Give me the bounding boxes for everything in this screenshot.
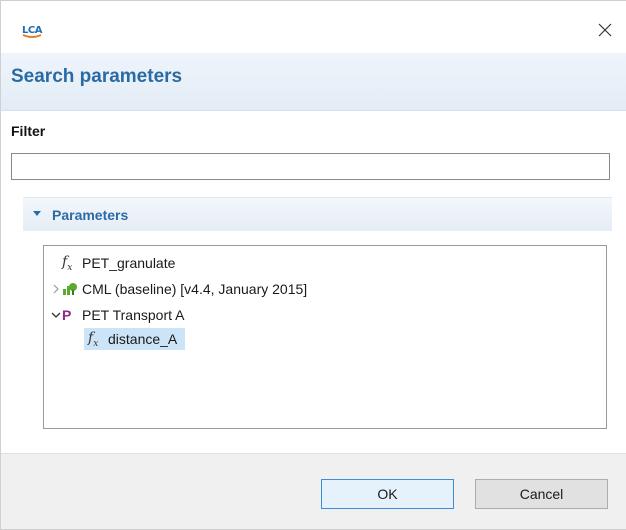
title-bar: LCA: [1, 1, 626, 53]
chevron-right-icon[interactable]: [50, 278, 62, 300]
ok-button[interactable]: OK: [321, 479, 454, 509]
lca-logo-icon: LCA: [22, 25, 43, 38]
dialog-title: Search parameters: [11, 66, 183, 87]
chevron-down-icon[interactable]: [50, 304, 62, 326]
close-button[interactable]: [596, 21, 614, 39]
tree-item[interactable]: fx distance_A: [84, 328, 186, 350]
impact-method-icon: [62, 281, 78, 297]
chevron-down-icon: [33, 211, 41, 216]
tree-item[interactable]: P PET Transport A: [50, 304, 184, 326]
tree-item-label: PET Transport A: [82, 307, 185, 323]
parameters-tree[interactable]: fx PET_granulate CML (baseline) [v4.4, J…: [43, 245, 607, 429]
close-icon: [598, 23, 612, 37]
parameters-section-title: Parameters: [52, 207, 129, 223]
tree-item-label: CML (baseline) [v4.4, January 2015]: [82, 281, 308, 297]
dialog-header: Search parameters: [1, 53, 626, 111]
svg-text:LCA: LCA: [22, 25, 43, 36]
tree-item[interactable]: fx PET_granulate: [50, 252, 175, 274]
filter-input[interactable]: [11, 153, 610, 180]
process-icon: P: [62, 307, 72, 323]
search-parameters-dialog: LCA Search parameters Filter Parameters …: [0, 0, 626, 530]
formula-icon: fx: [62, 253, 73, 273]
parameters-section-body: fx PET_granulate CML (baseline) [v4.4, J…: [23, 231, 612, 439]
cancel-button[interactable]: Cancel: [475, 479, 608, 509]
filter-label: Filter: [11, 123, 46, 139]
tree-item-label: distance_A: [108, 331, 178, 347]
dialog-footer: OK Cancel: [1, 453, 626, 529]
tree-item-label: PET_granulate: [82, 255, 176, 271]
app-logo: LCA: [21, 23, 43, 41]
parameters-section-header[interactable]: Parameters: [23, 197, 612, 232]
tree-item[interactable]: CML (baseline) [v4.4, January 2015]: [50, 278, 307, 300]
formula-icon: fx: [88, 329, 99, 349]
